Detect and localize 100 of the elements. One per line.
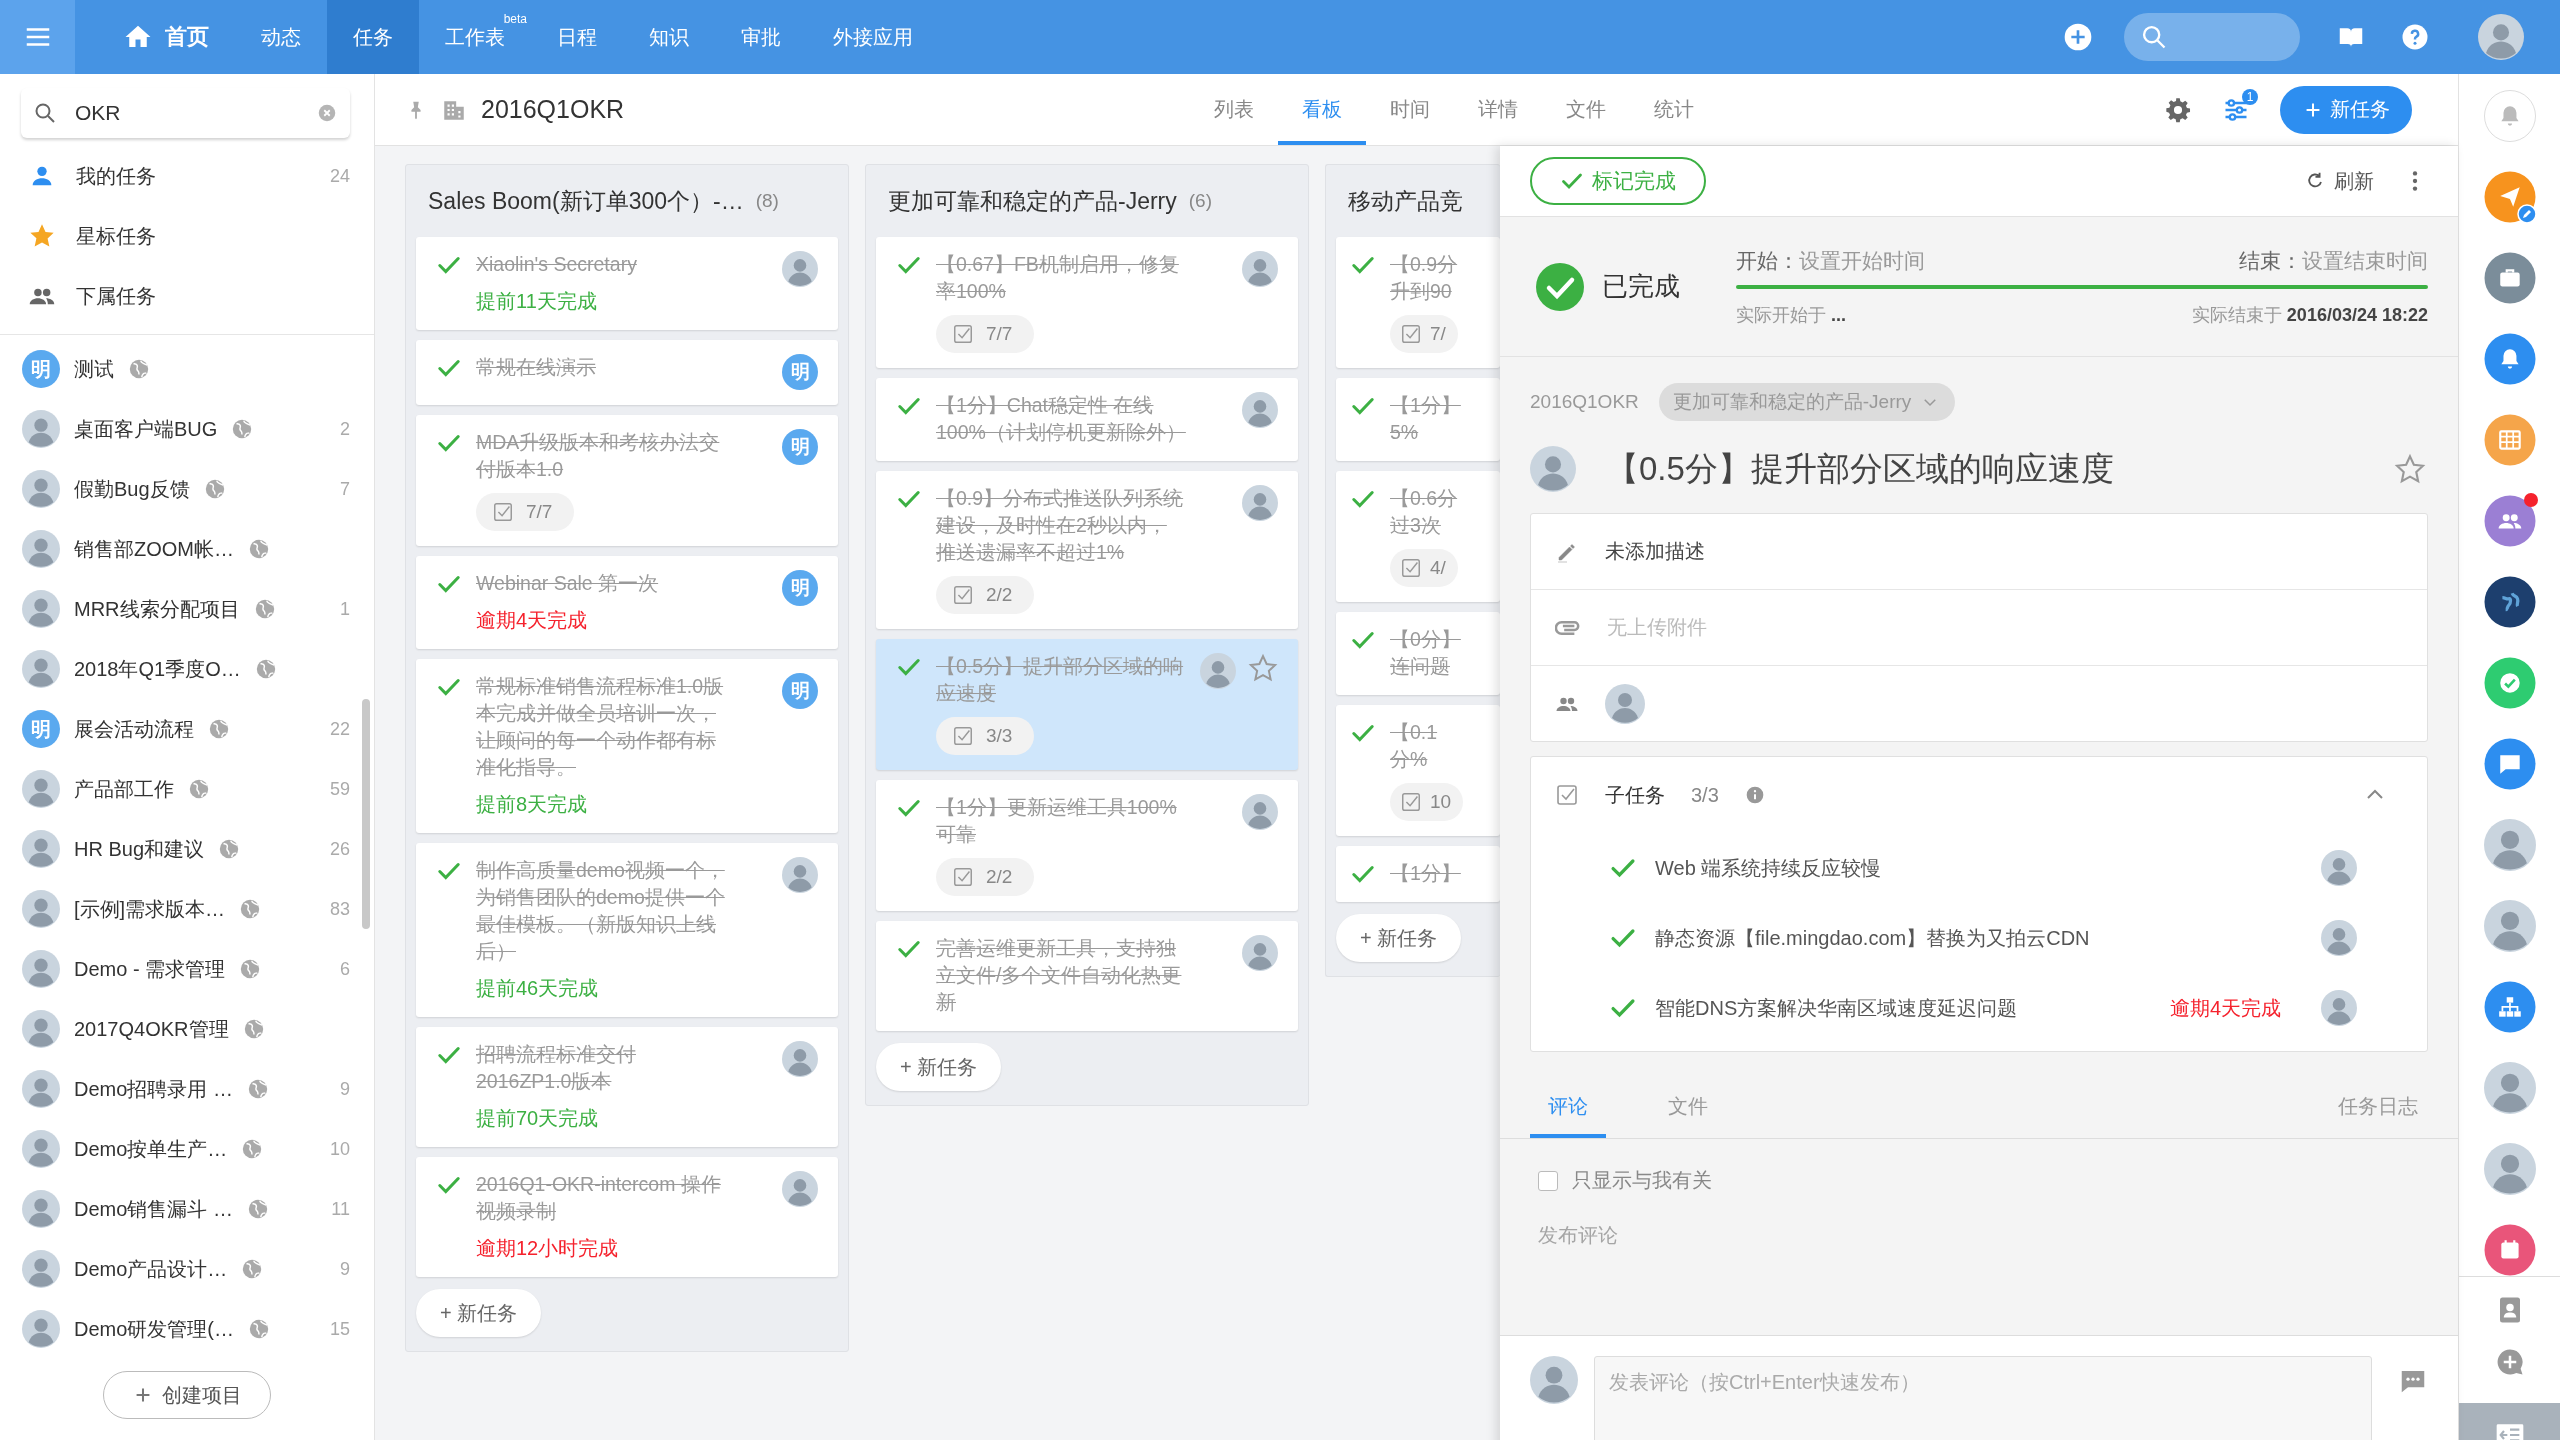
star-icon[interactable] bbox=[1248, 653, 1278, 683]
refresh-button[interactable]: 刷新 bbox=[2298, 166, 2380, 196]
task-card[interactable]: 常规标准销售流程标准1.0版本完成并做全员培训一次，让顾问的每一个动作都有标准化指导。 提前8天完成 明 bbox=[416, 659, 838, 833]
project-item[interactable]: Demo产品设计… 9 bbox=[0, 1239, 374, 1299]
project-name[interactable]: 2016Q1OKR bbox=[1530, 391, 1639, 413]
project-item[interactable]: 产品部工作 59 bbox=[0, 759, 374, 819]
task-card[interactable]: 【1分】Chat稳定性 在线100%（计划停机更新除外） bbox=[876, 378, 1298, 461]
new-task-button[interactable]: 新任务 bbox=[2280, 85, 2412, 134]
comment-field[interactable]: 发表评论（按Ctrl+Enter快速发布） bbox=[1594, 1356, 2372, 1440]
task-card[interactable]: 招聘流程标准交付2016ZP1.0版本 提前70天完成 bbox=[416, 1027, 838, 1147]
add-icon[interactable] bbox=[2062, 21, 2094, 53]
view-tab[interactable]: 详情 bbox=[1454, 74, 1543, 145]
briefcase-icon[interactable] bbox=[2483, 252, 2536, 304]
user-avatar[interactable] bbox=[2478, 14, 2524, 60]
task-card[interactable]: 【0.9】分布式推送队列系统建设，及时性在2秒以内，推送遗漏率不超过1% 2/2 bbox=[876, 471, 1298, 629]
task-title[interactable]: 【0.5分】提升部分区域的响应速度 bbox=[1606, 446, 2114, 492]
subtask-item[interactable]: Web 端系统持续反应较慢 bbox=[1531, 833, 2427, 903]
sidebar-item[interactable]: 下属任务 bbox=[0, 266, 374, 326]
project-item[interactable]: 2017Q4OKR管理 bbox=[0, 999, 374, 1059]
nav-tab[interactable]: 任务 bbox=[327, 0, 419, 74]
detail-tab[interactable]: 评论 bbox=[1530, 1074, 1606, 1138]
attachment-text[interactable]: 无上传附件 bbox=[1607, 614, 1707, 641]
user-avatar[interactable] bbox=[2483, 1062, 2536, 1114]
task-card[interactable]: MDA升级版本和考核办法交付版本1.0 7/7 明 bbox=[416, 415, 838, 546]
detail-tab[interactable]: 文件 bbox=[1650, 1074, 1726, 1138]
mark-complete-button[interactable]: 标记完成 bbox=[1530, 157, 1706, 205]
task-card[interactable]: 【1分】5% bbox=[1336, 378, 1500, 461]
notification-icon[interactable] bbox=[2483, 90, 2536, 142]
project-item[interactable]: Demo按单生产… 10 bbox=[0, 1119, 374, 1179]
nav-tab[interactable]: 审批 bbox=[715, 0, 807, 74]
view-tab[interactable]: 时间 bbox=[1366, 74, 1455, 145]
task-card[interactable]: 【0.5分】提升部分区域的响应速度 3/3 bbox=[876, 639, 1298, 770]
user-avatar[interactable] bbox=[1605, 683, 1645, 724]
check-circle-icon[interactable] bbox=[2483, 657, 2536, 709]
project-item[interactable]: Demo - 需求管理 6 bbox=[0, 939, 374, 999]
search-field[interactable]: OKR bbox=[73, 100, 300, 126]
send-icon[interactable] bbox=[2483, 171, 2536, 223]
description-text[interactable]: 未添加描述 bbox=[1605, 538, 1705, 565]
user-avatar[interactable] bbox=[1530, 446, 1576, 492]
task-card[interactable]: Xiaolin's Secretary 提前11天完成 bbox=[416, 237, 838, 330]
sidebar-item[interactable]: 星标任务 bbox=[0, 206, 374, 266]
project-item[interactable]: 2018年Q1季度O… bbox=[0, 639, 374, 699]
new-task-button[interactable]: + 新任务 bbox=[876, 1043, 1002, 1091]
task-card[interactable]: 【0分】连问题 bbox=[1336, 612, 1500, 695]
group-icon[interactable] bbox=[2483, 495, 2536, 547]
view-tab[interactable]: 文件 bbox=[1542, 74, 1631, 145]
task-card[interactable]: 常规在线演示 明 bbox=[416, 340, 838, 405]
table-icon[interactable] bbox=[2483, 414, 2536, 466]
help-icon[interactable] bbox=[2400, 22, 2430, 52]
new-task-button[interactable]: + 新任务 bbox=[416, 1289, 542, 1337]
user-avatar[interactable] bbox=[2483, 1143, 2536, 1195]
create-project-button[interactable]: 创建项目 bbox=[103, 1371, 271, 1419]
task-card[interactable]: 【0.67】FB机制启用，修复率100% 7/7 bbox=[876, 237, 1298, 368]
detail-tab[interactable]: 任务日志 bbox=[2320, 1074, 2428, 1138]
chat-icon[interactable] bbox=[2483, 738, 2536, 790]
nav-tab[interactable]: 动态 bbox=[235, 0, 327, 74]
project-item[interactable]: MRR线索分配项目 1 bbox=[0, 579, 374, 639]
user-avatar[interactable] bbox=[2483, 900, 2536, 952]
checkbox[interactable] bbox=[1538, 1170, 1558, 1191]
end-time[interactable]: 结束：设置结束时间 bbox=[2239, 246, 2428, 275]
project-item[interactable]: Demo研发管理(… 15 bbox=[0, 1299, 374, 1359]
task-card[interactable]: 制作高质量demo视频一个，为销售团队的demo提供一个最佳模板。（新版知识上线后） 提前46天完成 bbox=[416, 843, 838, 1017]
task-card[interactable]: 【0.1分% 10 bbox=[1336, 705, 1500, 836]
scrollbar[interactable] bbox=[362, 699, 370, 929]
project-item[interactable]: 销售部ZOOM帐… bbox=[0, 519, 374, 579]
start-time[interactable]: 开始：设置开始时间 bbox=[1736, 246, 1925, 275]
new-task-button[interactable]: + 新任务 bbox=[1336, 914, 1462, 962]
subtask-item[interactable]: 静态资源【file.mingdao.com】替换为又拍云CDN bbox=[1531, 903, 2427, 973]
menu-button[interactable] bbox=[0, 0, 75, 74]
nav-tab[interactable]: 知识 bbox=[623, 0, 715, 74]
clear-icon[interactable] bbox=[316, 102, 338, 124]
stage-dropdown[interactable]: 更加可靠和稳定的产品-Jerry bbox=[1658, 383, 1956, 421]
subtask-item[interactable]: 智能DNS方案解决华南区域速度延迟问题 逾期4天完成 bbox=[1531, 973, 2427, 1043]
project-item[interactable]: 假勤Bug反馈 7 bbox=[0, 459, 374, 519]
nav-tab[interactable]: 外接应用 bbox=[807, 0, 939, 74]
project-item[interactable]: 明 测试 bbox=[0, 339, 374, 399]
settings-icon[interactable] bbox=[2164, 95, 2192, 124]
nav-tab[interactable]: 日程 bbox=[531, 0, 623, 74]
star-icon[interactable] bbox=[2394, 453, 2426, 485]
project-item[interactable]: Demo招聘录用 … 9 bbox=[0, 1059, 374, 1119]
user-avatar[interactable] bbox=[2483, 819, 2536, 871]
sidebar-item[interactable]: 我的任务 24 bbox=[0, 146, 374, 206]
nav-tab[interactable]: 首页 bbox=[97, 0, 235, 74]
task-card[interactable]: 【1分】更新运维工具100%可靠 2/2 bbox=[876, 780, 1298, 911]
project-item[interactable]: 桌面客户端BUG 2 bbox=[0, 399, 374, 459]
notification-icon[interactable] bbox=[2483, 333, 2536, 385]
calendar-icon[interactable] bbox=[2483, 1224, 2536, 1276]
task-card[interactable]: 2016Q1-OKR-intercom 操作视频录制 逾期12小时完成 bbox=[416, 1157, 838, 1277]
view-tab[interactable]: 列表 bbox=[1190, 74, 1279, 145]
task-card[interactable]: Webinar Sale 第一次 逾期4天完成 明 bbox=[416, 556, 838, 649]
search-field[interactable] bbox=[2124, 13, 2300, 61]
task-card[interactable]: 完善运维更新工具，支持独立文件/多个文件自动化热更新 bbox=[876, 921, 1298, 1031]
task-card[interactable]: 【0.9分升到90 7/ bbox=[1336, 237, 1500, 368]
org-chart-icon[interactable] bbox=[2483, 981, 2536, 1033]
project-item[interactable]: HR Bug和建议 26 bbox=[0, 819, 374, 879]
project-item[interactable]: [示例]需求版本… 83 bbox=[0, 879, 374, 939]
view-tab[interactable]: 统计 bbox=[1630, 74, 1719, 145]
project-item[interactable]: Demo销售漏斗 … 11 bbox=[0, 1179, 374, 1239]
task-card[interactable]: 【1分】 bbox=[1336, 846, 1500, 902]
project-item[interactable]: 明 展会活动流程 22 bbox=[0, 699, 374, 759]
